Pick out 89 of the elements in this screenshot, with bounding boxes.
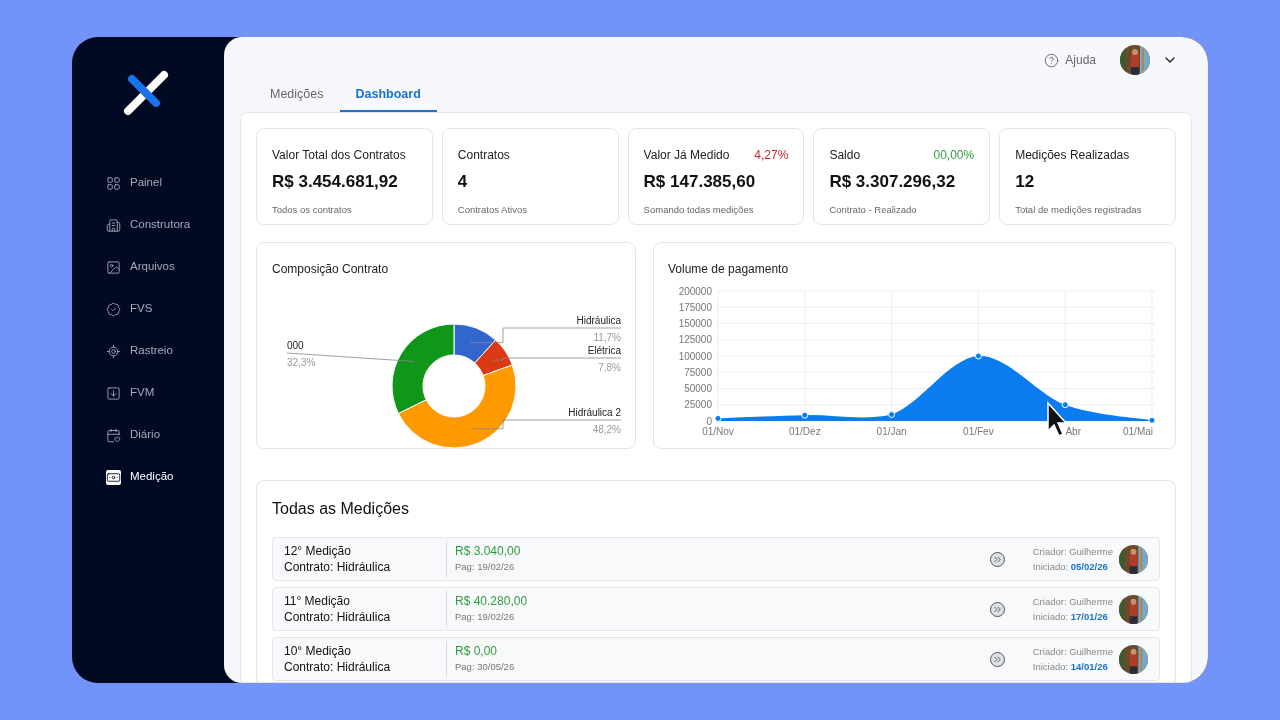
stat-value: R$ 3.454.681,92	[272, 171, 399, 193]
slice-label: 000	[287, 340, 304, 351]
slice-percent: 7,8%	[598, 362, 621, 373]
amount-text: R$ 40.280,00	[455, 594, 529, 609]
x-tick-label: 01/Dez	[788, 426, 821, 437]
data-point	[888, 411, 896, 418]
help-icon	[1044, 52, 1060, 68]
creator-text: Criador: Guilherme	[1032, 595, 1113, 609]
measurement-name: 11° Medição	[284, 593, 351, 609]
chart-title: Volume de pagamento	[668, 261, 790, 278]
y-tick-label: 75000	[684, 366, 712, 378]
stat-title: Valor Já Medido	[643, 147, 730, 164]
started-label: Iniciado: 14/01/26	[1032, 660, 1109, 674]
section-title: Todas as Medições	[272, 499, 410, 519]
building-icon	[106, 217, 121, 233]
stat-caption: Todos os contratos	[272, 202, 353, 217]
payment-date: Pag: 30/05/26	[455, 660, 516, 674]
x-tick-label: 01/Fev	[963, 426, 994, 437]
contract-name: Contrato: Hidráulica	[284, 659, 392, 675]
payment-date: Pag: 19/02/26	[455, 560, 516, 574]
slice-label: Elétrica	[587, 345, 621, 356]
stat-value: R$ 147.385,60	[643, 171, 757, 193]
slice-percent: 48,2%	[592, 424, 621, 435]
crosshair-icon	[106, 343, 121, 359]
image-icon	[106, 259, 121, 275]
creator-text: Criador: Guilherme	[1032, 645, 1113, 659]
tab[interactable]: Medições	[254, 85, 340, 112]
download-box-icon	[106, 385, 121, 401]
amount-text: R$ 0,00	[455, 644, 499, 659]
sidebar-item[interactable]: FVM	[106, 372, 224, 414]
chart-title: Composição Contrato	[271, 261, 390, 278]
sidebar-item[interactable]: Painel	[106, 162, 224, 204]
y-tick-label: 0	[706, 415, 712, 427]
stat-value: 4	[457, 171, 469, 193]
slice-percent: 32,3%	[287, 357, 316, 368]
banknote-icon	[106, 469, 121, 485]
stat-value: 12	[1015, 171, 1036, 193]
contract-name: Contrato: Hidráulica	[284, 609, 392, 625]
data-point	[1061, 401, 1069, 409]
stat-title: Saldo	[829, 147, 861, 164]
help-button[interactable]: Ajuda	[1044, 51, 1096, 69]
sidebar-item[interactable]: Construtora	[106, 204, 224, 246]
measurement-name: 12° Medição	[284, 543, 352, 559]
stat-caption: Contrato - Realizado	[829, 202, 918, 217]
payment-date: Pag: 19/02/26	[455, 610, 516, 624]
y-tick-label: 25000	[684, 399, 712, 411]
slice-label: Hidráulica	[576, 315, 621, 326]
data-point	[801, 411, 809, 419]
grid-icon	[106, 175, 121, 191]
sidebar-item[interactable]: FVS	[106, 288, 224, 330]
x-tick-label: 01/Mai	[1123, 426, 1153, 437]
contract-name: Contrato: Hidráulica	[284, 559, 392, 575]
started-label: Iniciado: 17/01/26	[1032, 610, 1109, 624]
stat-caption: Total de medições registradas	[1015, 202, 1143, 217]
data-point	[714, 414, 722, 422]
x-tick-label: Abr	[1065, 426, 1081, 437]
stat-caption: Somando todas medições	[643, 202, 755, 217]
stat-title: Valor Total dos Contratos	[272, 147, 406, 164]
y-tick-label: 100000	[678, 350, 712, 362]
data-point	[1148, 416, 1156, 424]
stat-title: Medições Realizadas	[1015, 147, 1130, 164]
stat-caption: Contratos Ativos	[457, 202, 528, 217]
measurement-row[interactable]: 10° Medição Contrato: Hidráulica R$ 0,00 Pag: 30/05/26 Criador: Guilherme Iniciado: 14/01/26	[272, 637, 1160, 681]
sidebar-item[interactable]: Diário	[106, 414, 224, 456]
y-tick-label: 125000	[678, 334, 712, 346]
x-tick-label: 01/Nov	[702, 426, 734, 437]
y-tick-label: 150000	[678, 318, 712, 329]
sidebar-item[interactable]: Medição	[106, 456, 224, 498]
stat-title: Contratos	[457, 147, 510, 164]
sidebar-item[interactable]: Rastreio	[106, 330, 224, 372]
creator-text: Criador: Guilherme	[1032, 545, 1113, 559]
data-point	[974, 352, 982, 360]
amount-text: R$ 3.040,00	[455, 544, 522, 559]
y-tick-label: 50000	[684, 383, 712, 394]
slice-label: Hidráulica 2	[568, 407, 621, 418]
started-label: Iniciado: 05/02/26	[1032, 560, 1109, 574]
measurement-name: 10° Medição	[284, 643, 352, 659]
x-tick-label: 01/Jan	[876, 426, 907, 437]
y-tick-label: 175000	[678, 301, 712, 313]
measurement-row[interactable]: 11° Medição Contrato: Hidráulica R$ 40.280,00 Pag: 19/02/26 Criador: Guilherme Iniciado: 17/01/26	[272, 587, 1160, 631]
badge-check-icon	[106, 301, 121, 317]
calendar-heart-icon	[106, 427, 121, 443]
y-tick-label: 200000	[678, 285, 712, 297]
slice-percent: 11,7%	[593, 332, 621, 343]
stat-value: R$ 3.307.296,32	[829, 171, 957, 193]
percent-label: 4,27%	[754, 147, 789, 164]
percent-label: 00,00%	[933, 147, 975, 164]
measurement-row[interactable]: 12° Medição Contrato: Hidráulica R$ 3.040,00 Pag: 19/02/26 Criador: Guilherme Iniciado: 05/02/26	[272, 537, 1160, 581]
sidebar-item[interactable]: Arquivos	[106, 246, 224, 288]
